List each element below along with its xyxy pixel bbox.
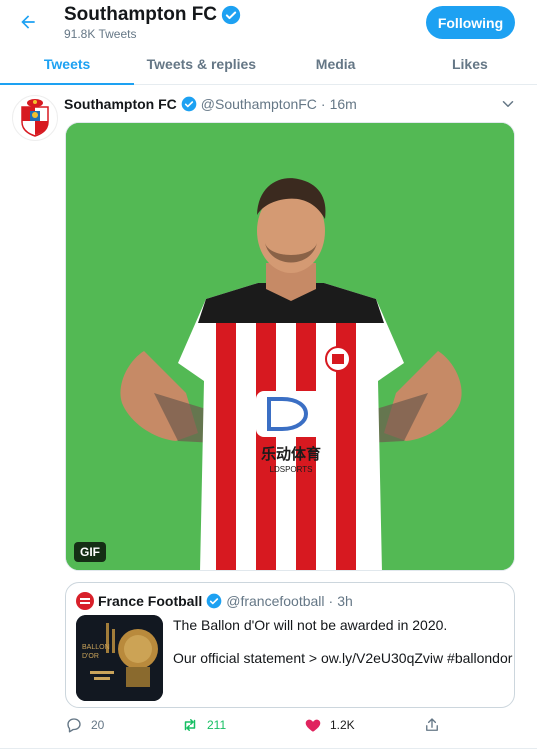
ballon-dor-thumbnail-image: BALLON D'OR	[76, 615, 163, 701]
quoted-tweet[interactable]: France Football @francefootball · 3h BAL…	[65, 582, 515, 708]
arrow-left-icon	[21, 15, 35, 29]
like-count: 1.2K	[330, 718, 355, 732]
tab-tweets[interactable]: Tweets	[0, 44, 135, 85]
like-button[interactable]: 1.2K	[304, 716, 355, 734]
quoted-tweet-header: France Football @francefootball · 3h	[76, 592, 353, 610]
tweet-menu-button[interactable]	[499, 95, 517, 113]
gif-badge: GIF	[74, 542, 106, 562]
jersey-sponsor-subtext: LDSPORTS	[270, 465, 313, 474]
reply-count: 20	[91, 718, 105, 732]
france-football-logo-icon	[80, 598, 90, 604]
profile-tabs: Tweets Tweets & replies Media Likes	[0, 44, 537, 85]
heart-icon	[305, 719, 321, 732]
tweet-count: 91.8K Tweets	[64, 27, 137, 41]
following-button[interactable]: Following	[426, 6, 515, 39]
tweet-timestamp[interactable]: 16m	[330, 96, 357, 112]
verified-badge-icon	[221, 5, 241, 25]
retweet-button[interactable]: 211	[181, 716, 226, 734]
club-crest-icon	[21, 99, 49, 137]
player-gif-image: 乐动体育 LDSPORTS	[66, 123, 514, 570]
avatar[interactable]	[12, 95, 58, 141]
jersey-sponsor-text: 乐动体育	[261, 445, 321, 463]
quoted-text-line-1: The Ballon d'Or will not be awarded in 2…	[173, 617, 448, 633]
back-button[interactable]	[12, 6, 44, 38]
reply-icon	[67, 718, 81, 733]
quoted-text-line-2: Our official statement > ow.ly/V2eU30qZv…	[173, 650, 513, 666]
reply-button[interactable]: 20	[65, 716, 104, 734]
share-button[interactable]	[423, 716, 441, 734]
verified-badge-icon	[181, 96, 197, 112]
separator-dot: ·	[328, 593, 334, 609]
verified-badge-icon	[206, 593, 222, 609]
profile-title: Southampton FC	[64, 4, 241, 26]
quoted-avatar	[76, 592, 94, 610]
tweet-media-gif[interactable]: 乐动体育 LDSPORTS GIF	[65, 122, 515, 571]
quoted-timestamp: 3h	[337, 593, 353, 609]
quoted-author-name: France Football	[98, 593, 203, 609]
quoted-thumbnail: BALLON D'OR	[76, 615, 163, 701]
separator-dot: ·	[320, 96, 326, 112]
retweet-count: 211	[207, 718, 227, 732]
quoted-author-handle: @francefootball	[226, 593, 325, 609]
tab-media[interactable]: Media	[269, 44, 403, 84]
profile-header: Southampton FC 91.8K Tweets Following	[0, 0, 537, 44]
thumbnail-text-line-2: D'OR	[82, 653, 99, 660]
retweet-icon	[184, 719, 196, 731]
tab-tweets-and-replies[interactable]: Tweets & replies	[134, 44, 268, 84]
thumbnail-text-line-1: BALLON	[82, 644, 110, 651]
profile-name: Southampton FC	[64, 4, 218, 25]
chevron-down-icon	[502, 101, 514, 107]
share-icon	[426, 718, 438, 731]
tweet-header: Southampton FC @SouthamptonFC · 16m	[64, 94, 357, 114]
tweet-author-handle[interactable]: @SouthamptonFC	[201, 96, 317, 112]
tweet-actions: 20 211 1.2K	[65, 716, 515, 740]
tweet-divider	[0, 748, 537, 749]
tweet-author-name[interactable]: Southampton FC	[64, 96, 177, 112]
tab-likes[interactable]: Likes	[403, 44, 537, 84]
